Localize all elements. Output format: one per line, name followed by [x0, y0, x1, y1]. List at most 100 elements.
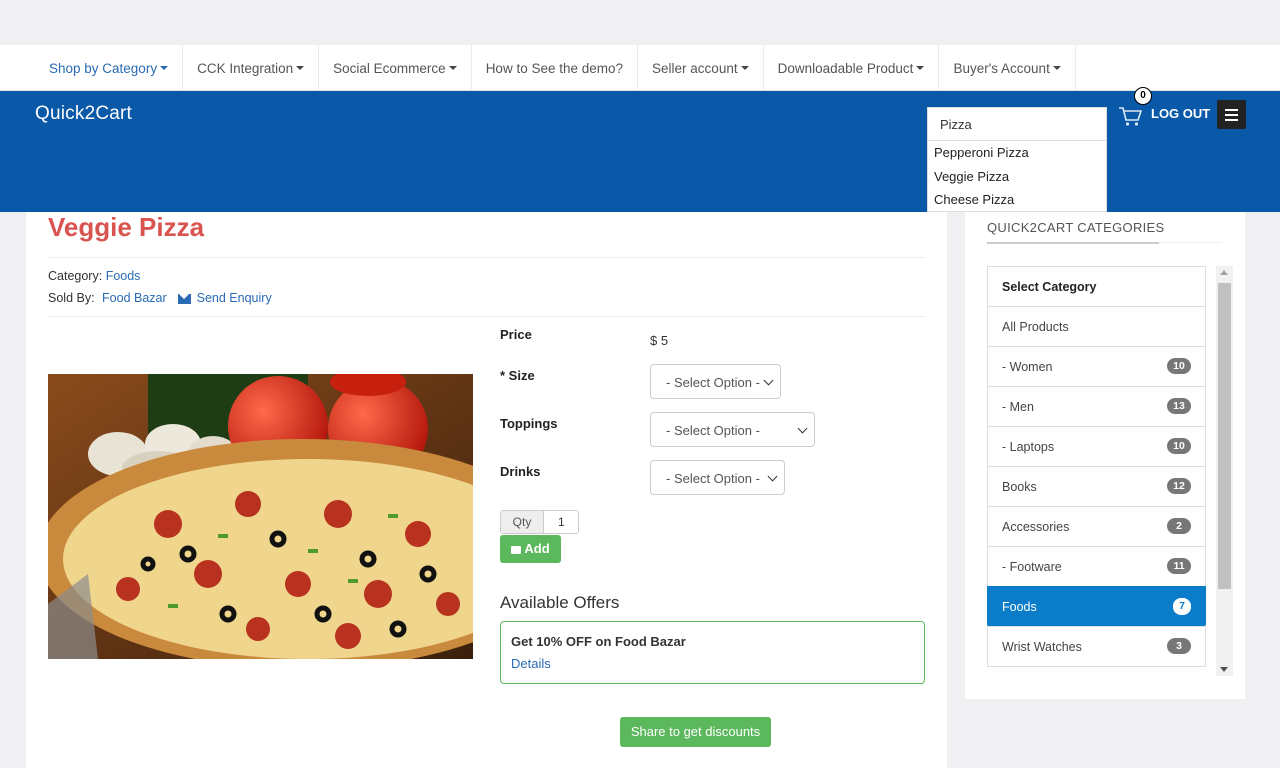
count-badge: 7: [1173, 598, 1191, 615]
category-item-women[interactable]: - Women 10: [987, 346, 1206, 387]
count-badge: 10: [1167, 358, 1191, 374]
category-label: - Men: [1002, 400, 1034, 414]
nav-label: Buyer's Account: [953, 60, 1050, 76]
category-item-accessories[interactable]: Accessories 2: [987, 506, 1206, 547]
category-label: All Products: [1002, 320, 1069, 334]
category-list: Select Category All Products - Women 10 -…: [987, 266, 1206, 676]
category-item-footware[interactable]: - Footware 11: [987, 546, 1206, 587]
nav-shop-by-category[interactable]: Shop by Category: [35, 45, 184, 91]
nav-label: Shop by Category: [49, 60, 158, 76]
category-label: Wrist Watches: [1002, 640, 1082, 654]
category-label: - Laptops: [1002, 440, 1055, 454]
nav-cck-integration[interactable]: CCK Integration: [183, 45, 320, 91]
product-category: Category: Foods: [48, 269, 140, 283]
logout-button[interactable]: LOG OUT: [1151, 106, 1210, 121]
category-item-men[interactable]: - Men 13: [987, 386, 1206, 427]
category-scrollbar[interactable]: [1216, 266, 1233, 676]
price-label: Price: [500, 327, 532, 342]
size-select-value: - Select Option -: [666, 375, 760, 390]
size-label: * Size: [500, 368, 535, 383]
caret-down-icon: [296, 66, 305, 70]
nav-label: Downloadable Product: [777, 60, 914, 76]
category-label: Foods: [1002, 600, 1037, 614]
offer-card: Get 10% OFF on Food Bazar Details: [500, 621, 925, 684]
count-badge: 13: [1167, 398, 1191, 414]
offer-details-link[interactable]: Details: [511, 656, 551, 671]
sold-by-label: Sold By:: [48, 291, 95, 305]
category-item-wrist-watches[interactable]: Wrist Watches 3: [987, 626, 1206, 667]
category-label: Accessories: [1002, 520, 1070, 534]
chevron-down-icon: [767, 471, 778, 482]
category-link[interactable]: Foods: [106, 269, 141, 283]
size-select[interactable]: - Select Option -: [650, 364, 781, 399]
divider: [48, 316, 926, 317]
scrollbar-thumb[interactable]: [1218, 283, 1231, 589]
product-title: Veggie Pizza: [48, 212, 205, 242]
drinks-label: Drinks: [500, 464, 541, 479]
product-image: [48, 374, 473, 659]
send-enquiry-link[interactable]: Send Enquiry: [197, 291, 272, 305]
drinks-select-value: - Select Option -: [666, 471, 760, 486]
search-input[interactable]: Pizza: [927, 107, 1107, 141]
count-badge: 10: [1167, 438, 1191, 454]
drinks-select[interactable]: - Select Option -: [650, 460, 785, 495]
nav-label: CCK Integration: [197, 60, 294, 76]
menu-icon[interactable]: [1217, 100, 1246, 129]
category-label: Books: [1002, 480, 1037, 494]
qty-input[interactable]: 1: [544, 511, 578, 533]
category-label: Select Category: [1002, 280, 1097, 294]
scroll-down-icon[interactable]: [1220, 667, 1228, 672]
nav-downloadable-product[interactable]: Downloadable Product: [764, 45, 940, 91]
scroll-up-icon[interactable]: [1220, 270, 1228, 275]
search-suggestions: Pepperoni Pizza Veggie Pizza Cheese Pizz…: [927, 141, 1107, 212]
top-navigation: Shop by Category CCK Integration Social …: [0, 45, 1280, 91]
suggestion-item[interactable]: Veggie Pizza: [928, 165, 1106, 189]
suggestion-item[interactable]: Cheese Pizza: [928, 188, 1106, 212]
cart-icon: [511, 545, 522, 554]
cart-count-badge: 0: [1134, 87, 1152, 105]
count-badge: 3: [1167, 638, 1191, 654]
nav-label: How to See the demo?: [485, 60, 624, 76]
divider: [987, 242, 1159, 244]
suggestion-item[interactable]: Pepperoni Pizza: [928, 141, 1106, 165]
sidebar-title: QUICK2CART CATEGORIES: [987, 220, 1165, 235]
caret-down-icon: [1052, 66, 1061, 70]
category-label: - Footware: [1002, 560, 1062, 574]
toppings-select[interactable]: - Select Option -: [650, 412, 815, 447]
category-item-foods[interactable]: Foods 7: [987, 586, 1206, 627]
nav-label: Seller account: [652, 60, 738, 76]
qty-label: Qty: [501, 511, 544, 533]
add-to-cart-button[interactable]: Add: [500, 535, 561, 563]
nav-social-ecommerce[interactable]: Social Ecommerce: [319, 45, 472, 91]
category-item-laptops[interactable]: - Laptops 10: [987, 426, 1206, 467]
nav-label: Social Ecommerce: [333, 60, 446, 76]
toppings-select-value: - Select Option -: [666, 423, 760, 438]
quantity-field: Qty 1: [500, 510, 579, 534]
toppings-label: Toppings: [500, 416, 558, 431]
offer-text: Get 10% OFF on Food Bazar: [511, 634, 686, 649]
count-badge: 11: [1167, 558, 1191, 574]
chevron-down-icon: [797, 423, 808, 434]
category-item-books[interactable]: Books 12: [987, 466, 1206, 507]
count-badge: 2: [1167, 518, 1191, 534]
chevron-down-icon: [763, 375, 774, 386]
nav-seller-account[interactable]: Seller account: [638, 45, 764, 91]
categories-sidebar: QUICK2CART CATEGORIES Select Category Al…: [965, 212, 1245, 699]
caret-down-icon: [740, 66, 749, 70]
share-button[interactable]: Share to get discounts: [620, 717, 771, 747]
add-label: Add: [524, 541, 550, 556]
envelope-icon[interactable]: [178, 293, 192, 304]
product-seller: Sold By: Food Bazar Send Enquiry: [48, 291, 272, 305]
caret-down-icon: [916, 66, 925, 70]
category-item-select[interactable]: Select Category: [987, 266, 1206, 307]
category-item-all-products[interactable]: All Products: [987, 306, 1206, 347]
category-label: - Women: [1002, 360, 1053, 374]
cart-icon[interactable]: [1118, 105, 1142, 127]
price-value: $ 5: [650, 333, 669, 348]
nav-buyers-account[interactable]: Buyer's Account: [939, 45, 1076, 91]
brand-logo[interactable]: Quick2Cart: [35, 103, 132, 125]
divider: [48, 257, 926, 258]
nav-how-to-see-demo[interactable]: How to See the demo?: [472, 45, 639, 91]
site-header: Quick2Cart Pizza Pepperoni Pizza Veggie …: [0, 87, 1280, 212]
seller-link[interactable]: Food Bazar: [102, 291, 167, 305]
